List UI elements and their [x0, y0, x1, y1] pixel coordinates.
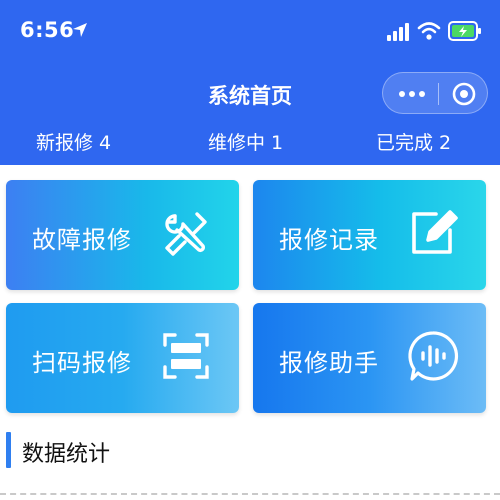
card-label: 报修助手: [279, 349, 379, 377]
tools-icon: [165, 212, 207, 256]
voice-assistant-icon: [408, 331, 459, 381]
card-label: 扫码报修: [32, 349, 132, 377]
fault-report-card[interactable]: 故障报修: [6, 180, 239, 290]
card-label: 报修记录: [279, 226, 379, 254]
section-accent-bar: [6, 432, 11, 468]
stat-in-repair[interactable]: 维修中 1: [208, 128, 283, 155]
stat-completed[interactable]: 已完成 2: [376, 128, 451, 155]
repair-assistant-card[interactable]: 报修助手: [253, 303, 486, 413]
capsule-divider: [438, 83, 439, 105]
edit-note-icon: [412, 210, 458, 254]
card-label: 故障报修: [32, 226, 132, 254]
signal-icon: [387, 23, 409, 41]
miniprogram-capsule: [382, 72, 488, 114]
battery-charging-icon: [448, 21, 481, 41]
app-header: 6:56 系统首页 新报修 4 维修中 1 已完成 2: [0, 0, 500, 165]
repair-records-card[interactable]: 报修记录: [253, 180, 486, 290]
section-title: 数据统计: [22, 442, 111, 467]
stat-new-repair[interactable]: 新报修 4: [36, 128, 111, 155]
status-bar: 6:56: [0, 0, 500, 60]
scan-icon: [163, 333, 209, 379]
location-arrow-icon: [73, 23, 87, 37]
target-circle-icon[interactable]: [451, 81, 477, 107]
wifi-icon: [417, 22, 441, 40]
scan-report-card[interactable]: 扫码报修: [6, 303, 239, 413]
repair-stats: 新报修 4 维修中 1 已完成 2: [0, 128, 500, 158]
status-time: 6:56: [20, 18, 75, 42]
dashed-divider: [0, 493, 500, 495]
more-dots-icon[interactable]: [395, 85, 429, 103]
